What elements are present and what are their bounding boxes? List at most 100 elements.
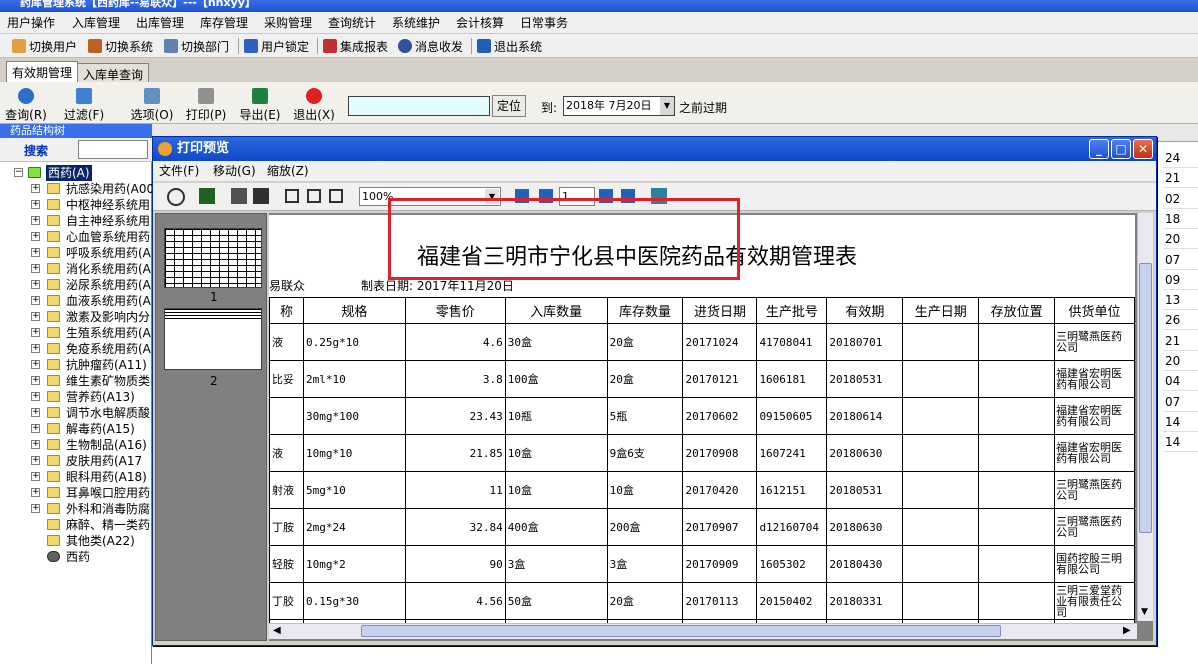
expand-icon[interactable]: + xyxy=(31,408,40,417)
expand-icon[interactable]: + xyxy=(31,344,40,353)
chevron-down-icon[interactable]: ▼ xyxy=(660,97,674,115)
tree-item[interactable]: + 抗肿瘤药(A11) xyxy=(0,357,152,373)
locate-button[interactable]: 定位 xyxy=(492,95,526,117)
tab-stock-in-query[interactable]: 入库单查询 xyxy=(77,63,150,82)
horizontal-scrollbar[interactable]: ◀ ▶ xyxy=(269,623,1137,639)
tree-item[interactable]: + 心血管系统用药 xyxy=(0,229,152,245)
tree-item[interactable]: + 呼吸系统用药(A xyxy=(0,245,152,261)
expand-icon[interactable]: + xyxy=(31,424,40,433)
menu-query[interactable]: 查询统计 xyxy=(328,15,376,31)
expand-icon[interactable]: + xyxy=(31,392,40,401)
scroll-left-icon[interactable]: ◀ xyxy=(273,625,281,636)
menu-daily[interactable]: 日常事务 xyxy=(520,15,568,31)
dialog-menu-file[interactable]: 文件(F) xyxy=(159,163,199,179)
tree-item[interactable]: + 耳鼻喉口腔用药 xyxy=(0,485,152,501)
scroll-down-icon[interactable]: ▼ xyxy=(1141,607,1148,617)
tree-search-link[interactable]: 搜索 xyxy=(24,142,48,159)
expand-icon[interactable]: + xyxy=(31,280,40,289)
options-button[interactable]: 选项(O) xyxy=(130,86,174,122)
menu-inventory[interactable]: 库存管理 xyxy=(200,15,248,31)
tree-item[interactable]: + 自主神经系统用 xyxy=(0,213,152,229)
date-picker[interactable]: 2018年 7月20日 ▼ xyxy=(563,96,675,116)
filter-button[interactable]: 过滤(F) xyxy=(62,86,106,122)
close-icon[interactable]: ✕ xyxy=(1133,139,1153,159)
tree-item[interactable]: + 生物制品(A16) xyxy=(0,437,152,453)
expand-icon[interactable]: + xyxy=(31,376,40,385)
print-button[interactable]: 打印(P) xyxy=(184,86,228,122)
query-button[interactable]: 查询(R) xyxy=(4,86,48,122)
menu-stock-in[interactable]: 入库管理 xyxy=(72,15,120,31)
switch-system-button[interactable]: 切换系统 xyxy=(88,37,153,55)
export-button[interactable]: 导出(E) xyxy=(238,86,282,122)
tree-item[interactable]: + 眼科用药(A18) xyxy=(0,469,152,485)
two-page-icon[interactable] xyxy=(307,189,321,203)
menu-system[interactable]: 系统维护 xyxy=(392,15,440,31)
tree-item[interactable]: + 抗感染用药(A00 xyxy=(0,181,152,197)
expand-icon[interactable]: + xyxy=(31,504,40,513)
tab-expiry[interactable]: 有效期管理 xyxy=(6,61,79,82)
expand-icon[interactable]: + xyxy=(31,440,40,449)
tree-item[interactable]: + 生殖系统用药(A xyxy=(0,325,152,341)
page-thumbnail-2[interactable] xyxy=(164,308,262,370)
expand-icon[interactable]: + xyxy=(31,328,40,337)
expand-icon[interactable]: + xyxy=(31,456,40,465)
lock-user-button[interactable]: 用户锁定 xyxy=(244,37,309,55)
expand-icon[interactable]: + xyxy=(31,264,40,273)
tree-item[interactable]: + 调节水电解质酸 xyxy=(0,405,152,421)
tree-item[interactable]: 其他类(A22) xyxy=(0,533,152,549)
save-icon[interactable] xyxy=(199,188,215,204)
tree-item[interactable]: + 营养药(A13) xyxy=(0,389,152,405)
expand-icon[interactable]: + xyxy=(31,312,40,321)
tree-item[interactable]: + 外科和消毒防腐 xyxy=(0,501,152,517)
expand-icon[interactable]: + xyxy=(31,360,40,369)
menu-purchase[interactable]: 采购管理 xyxy=(264,15,312,31)
tree-item[interactable]: + 中枢神经系统用 xyxy=(0,197,152,213)
switch-dept-button[interactable]: 切换部门 xyxy=(164,37,229,55)
expand-icon[interactable]: + xyxy=(31,248,40,257)
scroll-right-icon[interactable]: ▶ xyxy=(1123,625,1131,636)
exit-button[interactable]: 退出(X) xyxy=(292,86,336,122)
folder-icon xyxy=(47,343,60,354)
find-icon[interactable] xyxy=(231,188,247,204)
page-icon[interactable] xyxy=(285,189,299,203)
printer-icon[interactable] xyxy=(253,188,269,204)
menu-stock-out[interactable]: 出库管理 xyxy=(136,15,184,31)
message-button[interactable]: 消息收发 xyxy=(398,37,463,55)
vertical-scroll-thumb[interactable] xyxy=(1139,263,1152,533)
expand-icon[interactable]: + xyxy=(31,200,40,209)
switch-user-button[interactable]: 切换用户 xyxy=(12,37,77,55)
tree-item[interactable]: + 免疫系统用药(A xyxy=(0,341,152,357)
exit-system-button[interactable]: 退出系统 xyxy=(477,37,542,55)
menu-accounting[interactable]: 会计核算 xyxy=(456,15,504,31)
expand-icon[interactable]: + xyxy=(31,472,40,481)
tree-item[interactable]: + 泌尿系统用药(A xyxy=(0,277,152,293)
tree-item[interactable]: + 解毒药(A15) xyxy=(0,421,152,437)
tree-search-input[interactable] xyxy=(78,140,148,159)
horizontal-scroll-thumb[interactable] xyxy=(361,625,1001,637)
minimize-icon[interactable]: _ xyxy=(1089,139,1109,159)
dialog-menu-move[interactable]: 移动(G) xyxy=(213,163,256,179)
tree-root[interactable]: − 西药(A) xyxy=(0,165,152,181)
tree-item[interactable]: + 血液系统用药(A xyxy=(0,293,152,309)
expand-icon[interactable]: + xyxy=(31,296,40,305)
menu-user[interactable]: 用户操作 xyxy=(7,15,55,31)
expand-icon[interactable]: + xyxy=(31,488,40,497)
tree-item[interactable]: + 消化系统用药(A xyxy=(0,261,152,277)
expand-icon[interactable]: + xyxy=(31,216,40,225)
maximize-icon[interactable]: □ xyxy=(1111,139,1131,159)
dialog-menu-zoom[interactable]: 缩放(Z) xyxy=(267,163,309,179)
tree-item[interactable]: + 维生素矿物质类 xyxy=(0,373,152,389)
tree-item[interactable]: + 皮肤用药(A17 xyxy=(0,453,152,469)
expand-icon[interactable]: + xyxy=(31,232,40,241)
zoom-icon[interactable] xyxy=(167,188,185,206)
tree-item[interactable]: 西药 xyxy=(0,549,152,565)
page-thumbnail-1[interactable] xyxy=(164,228,262,288)
report-button[interactable]: 集成报表 xyxy=(323,37,388,55)
tree-item[interactable]: + 激素及影响内分 xyxy=(0,309,152,325)
vertical-scrollbar[interactable]: ▼ xyxy=(1137,213,1153,621)
multi-page-icon[interactable] xyxy=(329,189,343,203)
expand-icon[interactable]: + xyxy=(31,184,40,193)
table-cell: 3.8 xyxy=(404,360,506,398)
locate-input[interactable] xyxy=(348,96,490,116)
tree-item[interactable]: 麻醉、精一类药 xyxy=(0,517,152,533)
